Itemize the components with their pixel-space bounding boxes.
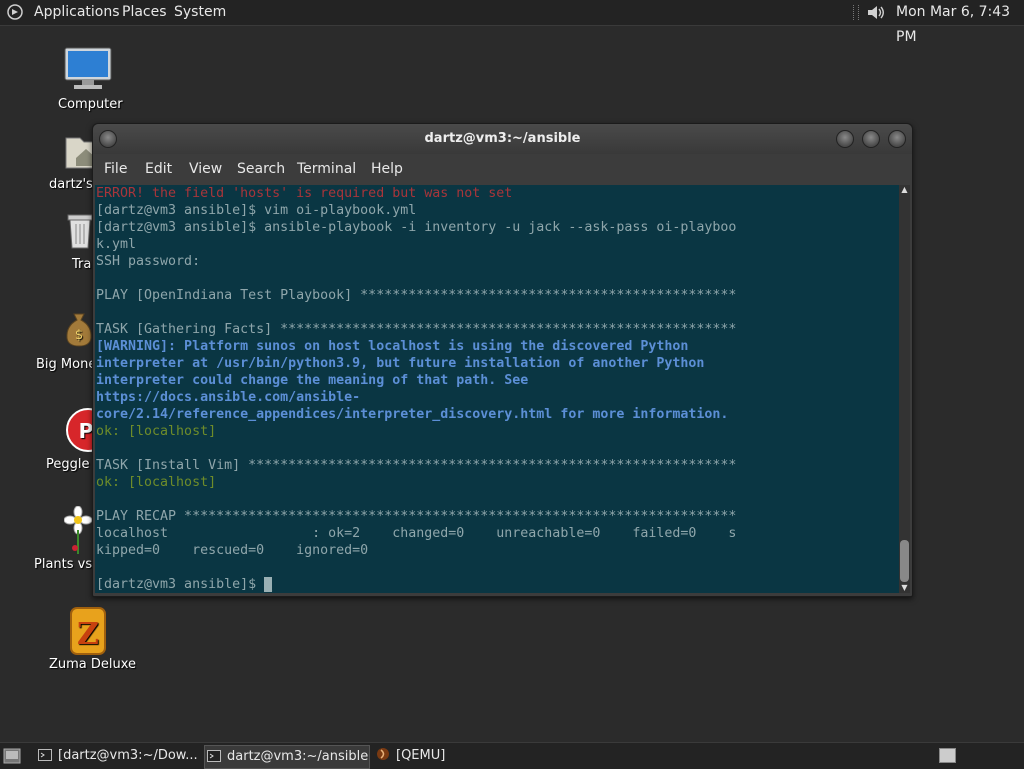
terminal-line: [dartz@vm3 ansible]$ ansible-playbook -i… xyxy=(96,220,737,235)
terminal-text: ERROR! the field 'hosts' is required but… xyxy=(96,185,736,593)
terminal-line: [dartz@vm3 ansible]$ xyxy=(96,577,265,592)
bottom-panel: [dartz@vm3:~/Dow... dartz@vm3:~/ansible … xyxy=(0,742,1024,769)
terminal-window: dartz@vm3:~/ansible File Edit View Searc… xyxy=(92,123,913,597)
menu-applications[interactable]: Applications xyxy=(34,0,120,25)
terminal-line: ok: [localhost] xyxy=(96,424,217,439)
top-panel: Applications Places System Mon Mar 6, 7:… xyxy=(0,0,1024,45)
qemu-icon xyxy=(377,748,389,760)
desktop-icon-computer[interactable]: Computer xyxy=(50,44,130,116)
terminal-line: interpreter at /usr/bin/python3.9, but f… xyxy=(96,356,705,371)
terminal-line: TASK [Gathering Facts] *****************… xyxy=(96,322,737,337)
minimize-button[interactable] xyxy=(836,130,854,148)
gnome-foot-icon[interactable] xyxy=(7,4,23,20)
taskbar-item-active[interactable]: dartz@vm3:~/ansible xyxy=(204,745,370,769)
menu-help[interactable]: Help xyxy=(371,154,403,184)
speaker-icon[interactable] xyxy=(866,3,886,22)
menu-places[interactable]: Places xyxy=(122,0,167,25)
desktop-icon-bigmoney[interactable]: $ Big Mone xyxy=(34,310,97,376)
clock[interactable]: Mon Mar 6, 7:43 PM xyxy=(896,0,1024,50)
terminal-icon xyxy=(207,750,221,762)
terminal-line: [dartz@vm3 ansible]$ vim oi-playbook.yml xyxy=(96,203,417,218)
terminal-line: https://docs.ansible.com/ansible- xyxy=(96,390,361,405)
desktop-icon-zuma[interactable]: Z Zuma Deluxe xyxy=(44,606,136,674)
terminal-line: core/2.14/reference_appendices/interpret… xyxy=(96,407,729,422)
taskbar-item[interactable]: [QEMU] xyxy=(376,745,476,767)
cursor: _ xyxy=(264,577,273,592)
trash-icon xyxy=(67,214,93,249)
terminal-line: PLAY [OpenIndiana Test Playbook] *******… xyxy=(96,288,737,303)
taskbar-label: [QEMU] xyxy=(396,748,446,763)
desktop-icon-label: Big Mone xyxy=(36,357,97,372)
menu-terminal[interactable]: Terminal xyxy=(297,154,356,184)
terminal-line: ok: [localhost] xyxy=(96,475,217,490)
menu-file[interactable]: File xyxy=(104,154,127,184)
terminal-line: PLAY RECAP *****************************… xyxy=(96,509,737,524)
menu-system[interactable]: System xyxy=(174,0,226,25)
window-title: dartz@vm3:~/ansible xyxy=(424,131,581,146)
desktop-icon-label: Peggle xyxy=(46,457,90,472)
menu-edit[interactable]: Edit xyxy=(145,154,172,184)
desktop-icon-plants[interactable]: Plants vs Z xyxy=(32,506,105,576)
desktop-icon-label: Zuma Deluxe xyxy=(49,657,137,672)
show-desktop-icon[interactable] xyxy=(3,748,21,764)
terminal-line: ERROR! the field 'hosts' is required but… xyxy=(96,186,513,201)
desktop-icon-label: dartz's xyxy=(49,177,93,192)
terminal-line: interpreter could change the meaning of … xyxy=(96,373,529,388)
panel-separator xyxy=(853,5,859,20)
terminal-line: TASK [Install Vim] *********************… xyxy=(96,458,737,473)
money-bag-icon: $ xyxy=(66,313,92,347)
zuma-icon: Z xyxy=(70,607,106,655)
scrollbar[interactable]: ▲ ▼ xyxy=(899,185,910,593)
close-button[interactable] xyxy=(888,130,906,148)
terminal-line: kipped=0 rescued=0 ignored=0 xyxy=(96,543,369,558)
terminal-output[interactable]: ERROR! the field 'hosts' is required but… xyxy=(95,185,899,593)
menu-bar: File Edit View Search Terminal Help xyxy=(93,154,912,184)
scroll-thumb[interactable] xyxy=(900,540,909,582)
menu-search[interactable]: Search xyxy=(237,154,285,184)
menu-view[interactable]: View xyxy=(189,154,222,184)
maximize-button[interactable] xyxy=(862,130,880,148)
taskbar-item[interactable]: [dartz@vm3:~/Dow... xyxy=(38,745,200,767)
terminal-line: SSH password: xyxy=(96,254,201,269)
svg-text:Z: Z xyxy=(77,617,99,652)
workspace-switcher[interactable] xyxy=(939,748,956,763)
desktop-icon-peggle[interactable]: P Peggle xyxy=(44,408,94,476)
terminal-icon xyxy=(38,749,52,761)
taskbar-label: dartz@vm3:~/ansible xyxy=(227,749,369,764)
desktop-icon-label: Computer xyxy=(58,97,123,112)
desktop-icon-label: Tra xyxy=(72,257,92,272)
terminal-line: [WARNING]: Platform sunos on host localh… xyxy=(96,339,689,354)
computer-icon xyxy=(64,47,112,89)
peggle-icon: P xyxy=(66,408,94,452)
taskbar-label: [dartz@vm3:~/Dow... xyxy=(58,748,198,763)
scroll-down-arrow-icon[interactable]: ▼ xyxy=(899,583,910,593)
terminal-line: localhost : ok=2 changed=0 unreachable=0… xyxy=(96,526,737,541)
flower-icon xyxy=(64,506,93,554)
scroll-up-arrow-icon[interactable]: ▲ xyxy=(899,185,910,195)
title-bar[interactable]: dartz@vm3:~/ansible xyxy=(93,124,912,154)
terminal-line: k.yml xyxy=(96,237,137,252)
svg-text:$: $ xyxy=(75,328,83,343)
